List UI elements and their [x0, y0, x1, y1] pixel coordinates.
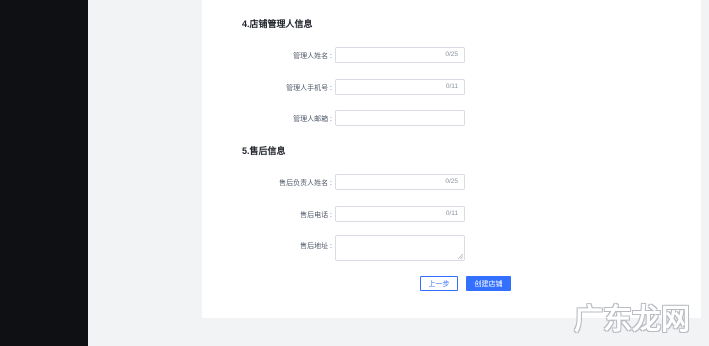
- previous-step-button[interactable]: 上一步: [420, 276, 458, 291]
- aftersale-phone-label: 售后电话 :: [300, 212, 332, 219]
- aftersale-phone-counter: 0/11: [445, 210, 458, 217]
- left-nav-panel: [0, 0, 88, 346]
- manager-phone-label: 管理人手机号 :: [286, 85, 332, 92]
- aftersale-name-counter: 0/25: [445, 178, 458, 185]
- aftersale-address-textarea[interactable]: [335, 235, 465, 261]
- manager-phone-input[interactable]: 0/11: [335, 79, 465, 95]
- manager-phone-counter: 0/11: [445, 83, 458, 90]
- aftersale-address-label: 售后地址 :: [300, 243, 332, 250]
- resize-handle-icon[interactable]: [458, 254, 463, 259]
- aftersale-phone-input[interactable]: 0/11: [335, 206, 465, 222]
- watermark-logo: 广东龙网: [574, 302, 691, 336]
- manager-name-counter: 0/25: [445, 51, 458, 58]
- manager-name-input[interactable]: 0/25: [335, 47, 465, 63]
- aftersale-name-input[interactable]: 0/25: [335, 174, 465, 190]
- manager-email-label: 管理人邮箱 :: [293, 116, 332, 123]
- section-title-aftersale: 5.售后信息: [242, 146, 286, 156]
- manager-email-input[interactable]: [335, 110, 465, 126]
- section-title-manager: 4.店铺管理人信息: [242, 19, 313, 29]
- aftersale-name-label: 售后负责人姓名 :: [279, 180, 332, 187]
- create-store-button[interactable]: 创建店铺: [466, 276, 511, 291]
- manager-name-label: 管理人姓名 :: [293, 53, 332, 60]
